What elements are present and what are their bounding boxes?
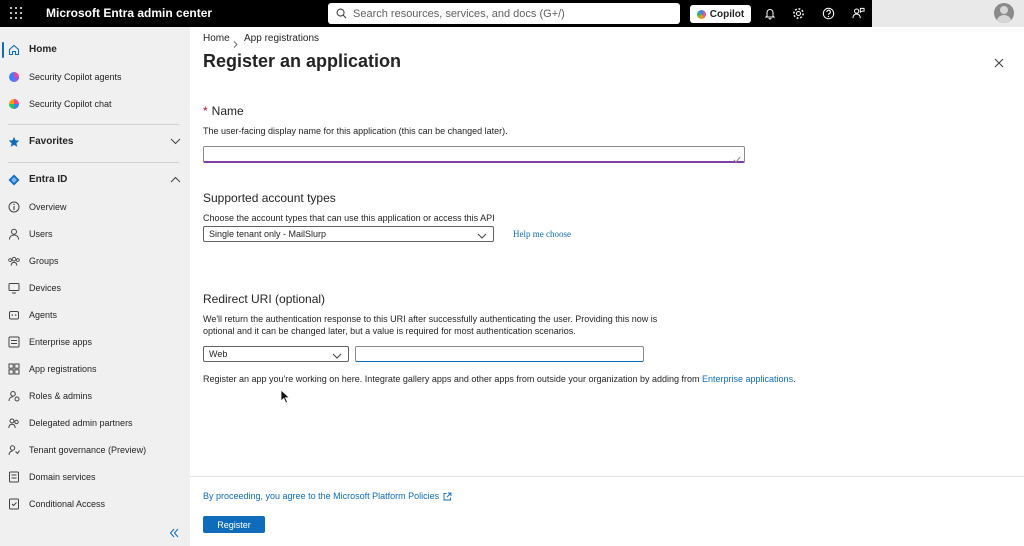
breadcrumb-app-registrations[interactable]: App registrations (244, 33, 319, 44)
collapse-sidebar-icon[interactable] (168, 526, 180, 538)
search-icon (336, 8, 347, 19)
search-input[interactable] (353, 7, 673, 20)
top-bar: Microsoft Entra admin center Copilot (0, 0, 1024, 27)
gear-icon[interactable] (791, 6, 806, 21)
account-types-title: Supported account types (203, 191, 336, 205)
sidebar-item-enterprise-apps[interactable]: Enterprise apps (0, 328, 190, 355)
close-icon[interactable] (993, 56, 1005, 68)
copilot-button[interactable]: Copilot (690, 5, 751, 23)
sidebar-item-entra-id[interactable]: Entra ID (0, 166, 190, 193)
chevron-down-icon (332, 351, 342, 361)
sidebar-item-conditional-access[interactable]: Conditional Access (0, 490, 190, 517)
sidebar-item-roles-admins[interactable]: Roles & admins (0, 382, 190, 409)
sidebar-item-agents[interactable]: Agents (0, 301, 190, 328)
name-input[interactable] (203, 146, 745, 163)
sidebar-item-security-copilot-agents[interactable]: Security Copilot agents (0, 63, 190, 90)
enterprise-applications-link[interactable]: Enterprise applications (702, 374, 793, 384)
sidebar-item-favorites[interactable]: Favorites (0, 128, 190, 155)
sidebar-item-users[interactable]: Users (0, 220, 190, 247)
input-valid-check-icon (733, 150, 741, 168)
partners-icon (8, 417, 20, 429)
sidebar-divider (8, 162, 179, 163)
bell-icon[interactable] (762, 6, 777, 21)
chevron-down-icon[interactable] (170, 137, 181, 147)
sidebar-item-app-registrations[interactable]: App registrations (0, 355, 190, 382)
info-icon (8, 201, 20, 213)
tenant-governance-icon (8, 444, 20, 456)
copilot-agents-icon (8, 71, 20, 83)
groups-icon (8, 255, 20, 267)
sidebar-item-groups[interactable]: Groups (0, 247, 190, 274)
devices-icon (8, 282, 20, 294)
copilot-chat-icon (8, 98, 20, 110)
enterprise-apps-icon (8, 336, 20, 348)
roles-icon (8, 390, 20, 402)
external-link-icon (443, 492, 452, 500)
help-me-choose-link[interactable]: Help me choose (513, 229, 571, 239)
help-icon[interactable] (821, 6, 836, 21)
avatar[interactable] (994, 3, 1014, 23)
footer-divider (190, 476, 1024, 477)
page-title: Register an application (203, 51, 402, 71)
entra-id-icon (8, 174, 20, 186)
sidebar-item-delegated-admin-partners[interactable]: Delegated admin partners (0, 409, 190, 436)
sidebar: Home Security Copilot agents Security Co… (0, 27, 190, 546)
redirect-uri-description-line2: optional and it can be changed later, bu… (203, 326, 576, 336)
chevron-down-icon (477, 231, 487, 241)
sidebar-item-tenant-governance[interactable]: Tenant governance (Preview) (0, 436, 190, 463)
feedback-icon[interactable] (851, 6, 866, 21)
sidebar-item-overview[interactable]: Overview (0, 193, 190, 220)
breadcrumb-home[interactable]: Home (203, 33, 230, 44)
redirect-uri-title: Redirect URI (optional) (203, 292, 326, 306)
redirect-uri-description-line1: We'll return the authentication response… (203, 314, 658, 324)
account-types-dropdown[interactable]: Single tenant only - MailSlurp (203, 226, 494, 242)
user-icon (8, 228, 20, 240)
domain-services-icon (8, 471, 20, 483)
app-launcher-icon[interactable] (10, 7, 22, 19)
mouse-cursor-icon (280, 389, 291, 409)
star-icon (8, 136, 20, 148)
conditional-access-icon (8, 498, 20, 510)
account-types-description: Choose the account types that can use th… (203, 213, 495, 223)
redirect-uri-input[interactable] (355, 346, 644, 362)
platform-dropdown[interactable]: Web (203, 346, 349, 362)
copilot-logo-icon (696, 9, 706, 19)
app-title[interactable]: Microsoft Entra admin center (46, 6, 212, 20)
name-section-title: * Name (203, 104, 244, 118)
info-text: Register an app you're working on here. … (203, 374, 796, 384)
required-mark: * (203, 104, 208, 118)
more-options-icon[interactable]: ... (388, 55, 399, 66)
app-registrations-icon (8, 363, 20, 375)
chevron-up-icon[interactable] (170, 175, 181, 185)
sidebar-item-devices[interactable]: Devices (0, 274, 190, 301)
sidebar-item-home[interactable]: Home (0, 36, 190, 63)
register-button[interactable]: Register (203, 516, 265, 533)
home-icon (8, 44, 20, 56)
platform-policies-link[interactable]: By proceeding, you agree to the Microsof… (203, 491, 452, 501)
sidebar-divider (8, 124, 179, 125)
sidebar-item-security-copilot-chat[interactable]: Security Copilot chat (0, 90, 190, 117)
agents-icon (8, 309, 20, 321)
sidebar-item-domain-services[interactable]: Domain services (0, 463, 190, 490)
name-description: The user-facing display name for this ap… (203, 126, 508, 136)
global-search[interactable] (328, 3, 680, 24)
